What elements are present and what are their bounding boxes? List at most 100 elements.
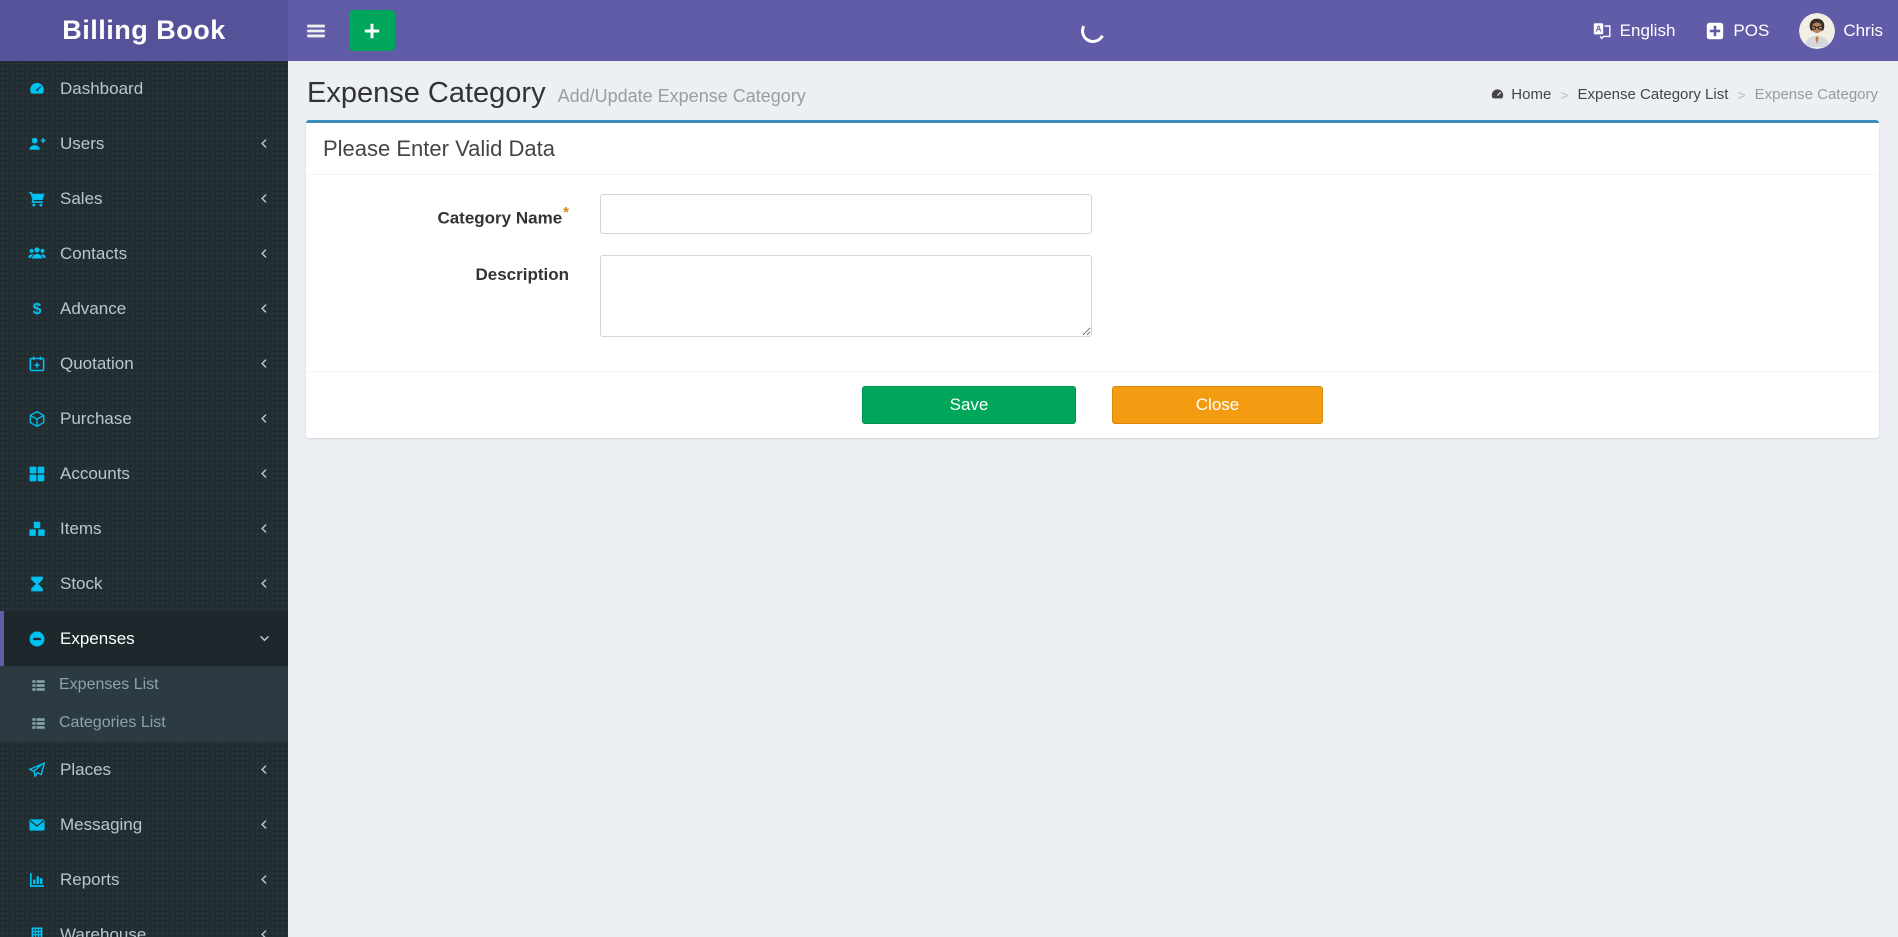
language-menu[interactable]: A English [1577,0,1691,61]
bar-chart-icon [24,871,50,889]
sidebar: Dashboard Users Sales Contacts $ Advance Quota… [0,61,288,937]
sidebar-item-label: Stock [60,573,103,593]
breadcrumb-label: Home [1511,86,1552,103]
breadcrumb-separator: > [1560,86,1569,103]
sidebar-subitem-expenses-list[interactable]: Expenses List [0,666,288,704]
chevron-down-icon [257,631,272,646]
sidebar-item-dashboard[interactable]: Dashboard [0,61,288,116]
sidebar-item-reports[interactable]: Reports [0,852,288,907]
chevron-left-icon [257,301,272,316]
panel-heading: Please Enter Valid Data [306,123,1879,175]
navbar: A English POS Chris [288,0,1898,61]
loading-spinner-icon [1077,15,1109,46]
sidebar-item-advance[interactable]: $ Advance [0,281,288,336]
home-icon [1490,87,1505,102]
chevron-left-icon [257,411,272,426]
dollar-icon: $ [24,300,50,318]
user-plus-icon [24,135,50,153]
sidebar-item-items[interactable]: Items [0,501,288,556]
content-area: Expense Category Add/Update Expense Cate… [288,61,1898,937]
minus-circle-icon [24,630,50,648]
description-textarea[interactable] [600,254,1092,337]
chevron-left-icon [257,762,272,777]
breadcrumb-item-home[interactable]: Home [1490,86,1551,103]
avatar [1799,12,1836,49]
panel-footer: Save Close [306,370,1879,438]
chevron-left-icon [257,136,272,151]
sidebar-item-label: Advance [60,298,127,318]
top-navbar: Billing Book A English POS Chris [0,0,1898,61]
sidebar-item-quotation[interactable]: Quotation [0,336,288,391]
page-subtitle: Add/Update Expense Category [557,86,806,106]
sidebar-item-expenses[interactable]: Expenses [0,611,288,666]
quick-add-button[interactable] [349,10,395,51]
cube-icon [24,410,50,428]
chevron-left-icon [257,872,272,887]
breadcrumb-label: Expense Category List [1577,86,1729,103]
sidebar-item-sales[interactable]: Sales [0,171,288,226]
sidebar-item-places[interactable]: Places [0,742,288,797]
paper-plane-icon [24,761,50,779]
form-panel: Please Enter Valid Data Category Name* D… [306,119,1879,438]
pos-label: POS [1733,20,1770,40]
plus-square-icon [1705,21,1725,41]
svg-text:$: $ [33,301,42,318]
sidebar-subitem-categories-list[interactable]: Categories List [0,704,288,742]
navbar-right: A English POS Chris [1577,0,1898,61]
chevron-left-icon [257,246,272,261]
sidebar-item-users[interactable]: Users [0,116,288,171]
list-icon [26,678,50,693]
chevron-left-icon [257,466,272,481]
chevron-left-icon [257,356,272,371]
sidebar-toggle-button[interactable] [288,0,344,61]
sidebar-item-warehouse[interactable]: Warehouse [0,907,288,937]
sidebar-item-label: Users [60,133,105,153]
sidebar-subitem-label: Categories List [59,714,166,731]
chevron-left-icon [257,817,272,832]
hourglass-icon [24,575,50,593]
sidebar-item-label: Dashboard [60,78,144,98]
sidebar-subitem-label: Expenses List [59,676,159,693]
user-menu[interactable]: Chris [1784,0,1898,61]
sidebar-item-contacts[interactable]: Contacts [0,226,288,281]
sidebar-item-accounts[interactable]: Accounts [0,446,288,501]
app-logo[interactable]: Billing Book [0,0,288,61]
svg-text:A: A [1595,24,1601,33]
sidebar-item-label: Expenses [60,628,135,648]
sidebar-item-label: Reports [60,869,120,889]
close-button[interactable]: Close [1112,385,1323,424]
sidebar-item-label: Items [60,518,102,538]
sidebar-item-purchase[interactable]: Purchase [0,391,288,446]
sidebar-item-label: Contacts [60,243,128,263]
chevron-left-icon [257,191,272,206]
calendar-plus-icon [24,355,50,373]
category-name-label: Category Name* [437,203,569,228]
sidebar-item-stock[interactable]: Stock [0,556,288,611]
cubes-icon [24,520,50,538]
breadcrumb-item-expense-category: Expense Category [1755,86,1878,103]
cart-icon [24,190,50,208]
sidebar-item-messaging[interactable]: Messaging [0,797,288,852]
list-icon [26,716,50,731]
breadcrumb-item-expense-category-list[interactable]: Expense Category List [1577,86,1728,103]
chevron-left-icon [257,521,272,536]
page-title: Expense Category [307,77,546,109]
breadcrumb-separator: > [1737,86,1746,103]
save-button[interactable]: Save [862,385,1076,424]
content-header: Expense Category Add/Update Expense Cate… [306,76,1879,120]
panel-body: Category Name* Description [306,175,1879,371]
user-name: Chris [1843,20,1883,40]
dashboard-icon [24,80,50,98]
chevron-left-icon [257,576,272,591]
language-label: English [1619,20,1676,40]
grid-icon [24,465,50,483]
envelope-icon [24,816,50,834]
plus-icon [362,21,382,41]
app-title: Billing Book [62,15,226,45]
category-name-input[interactable] [600,193,1092,234]
pos-button[interactable]: POS [1690,0,1784,61]
breadcrumb-label: Expense Category [1754,86,1878,103]
sidebar-item-label: Purchase [60,408,132,428]
sidebar-item-label: Places [60,759,112,779]
description-row: Description [323,254,1862,337]
